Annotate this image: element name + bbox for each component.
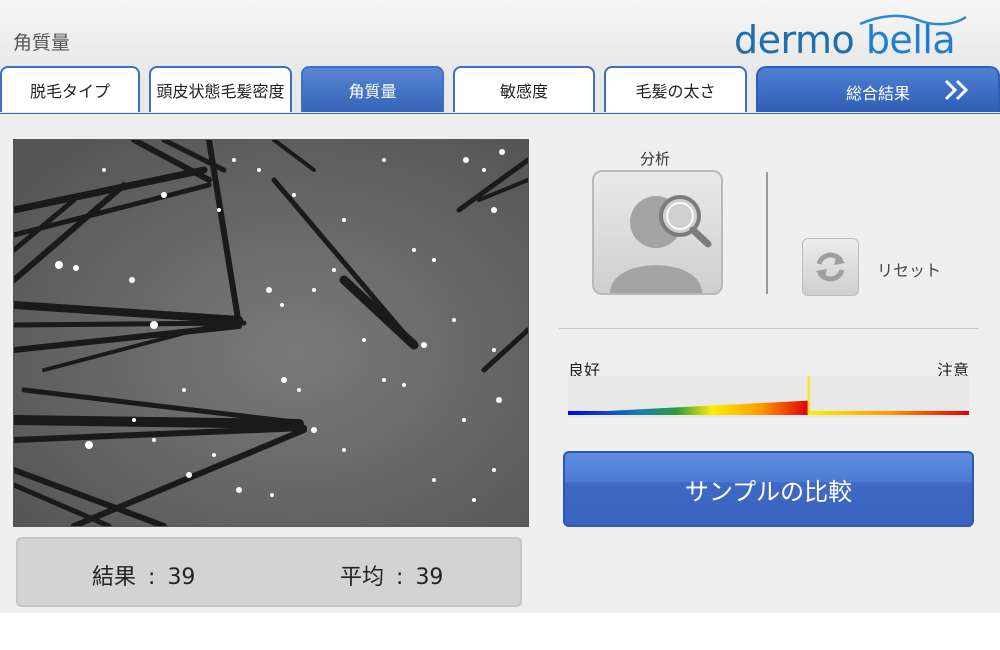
double-chevron-right-icon — [944, 79, 969, 101]
result-label: 結果 — [92, 565, 137, 590]
tab-label: 脱毛タイプ — [29, 82, 110, 101]
result-value: 39 — [167, 565, 196, 590]
vertical-divider — [766, 172, 768, 294]
refresh-icon — [816, 252, 845, 282]
horizontal-divider — [559, 328, 978, 329]
main-content: 結果:39 平均:39 分析 リセット 良好 注意 サンプルの比較 — [0, 114, 1000, 613]
average-label: 平均 — [340, 565, 385, 590]
average-score: 平均:39 — [340, 559, 443, 591]
tab-hair-thickness[interactable]: 毛髪の太さ — [604, 66, 747, 112]
page-title: 角質量 — [13, 32, 71, 54]
scalp-microscope-image — [13, 139, 529, 527]
tab-overall-results[interactable]: 総合結果 — [756, 66, 1000, 112]
compare-button-label: サンプルの比較 — [684, 477, 853, 506]
tab-hair-loss-type[interactable]: 脱毛タイプ — [0, 66, 140, 112]
average-separator: : — [396, 565, 404, 590]
analysis-caption: 分析 — [640, 150, 671, 168]
tab-keratin-amount[interactable]: 角質量 — [301, 66, 444, 112]
tab-label: 総合結果 — [846, 84, 911, 103]
tab-bar: 脱毛タイプ 頭皮状態毛髪密度 角質量 敏感度 毛髪の太さ 総合結果 — [0, 64, 1000, 115]
result-panel: 結果:39 平均:39 — [16, 537, 522, 607]
average-value: 39 — [415, 565, 444, 590]
result-separator: : — [148, 565, 156, 590]
dermobella-logo: dermo bella — [728, 14, 968, 62]
compare-samples-button[interactable]: サンプルの比較 — [563, 451, 974, 527]
user-search-icon — [610, 195, 712, 293]
logo-text-dermo: dermo — [734, 18, 866, 62]
tab-label: 角質量 — [348, 82, 397, 101]
analyze-button[interactable] — [592, 170, 723, 295]
keratin-level-meter — [568, 376, 969, 418]
tab-label: 毛髪の太さ — [635, 82, 716, 101]
tab-sensitivity[interactable]: 敏感度 — [453, 66, 595, 112]
logo-wave-icon — [859, 14, 967, 26]
meter-graphic — [568, 376, 969, 418]
reset-button[interactable] — [802, 238, 859, 296]
tab-label: 敏感度 — [499, 82, 548, 101]
reset-label: リセット — [877, 261, 942, 280]
tab-scalp-hair-density[interactable]: 頭皮状態毛髪密度 — [149, 66, 292, 112]
result-score: 結果:39 — [92, 559, 195, 591]
app-header: 角質量 dermo bella — [0, 0, 1000, 64]
scalp-scan-graphic — [14, 140, 528, 526]
tab-label: 頭皮状態毛髪密度 — [156, 82, 285, 101]
